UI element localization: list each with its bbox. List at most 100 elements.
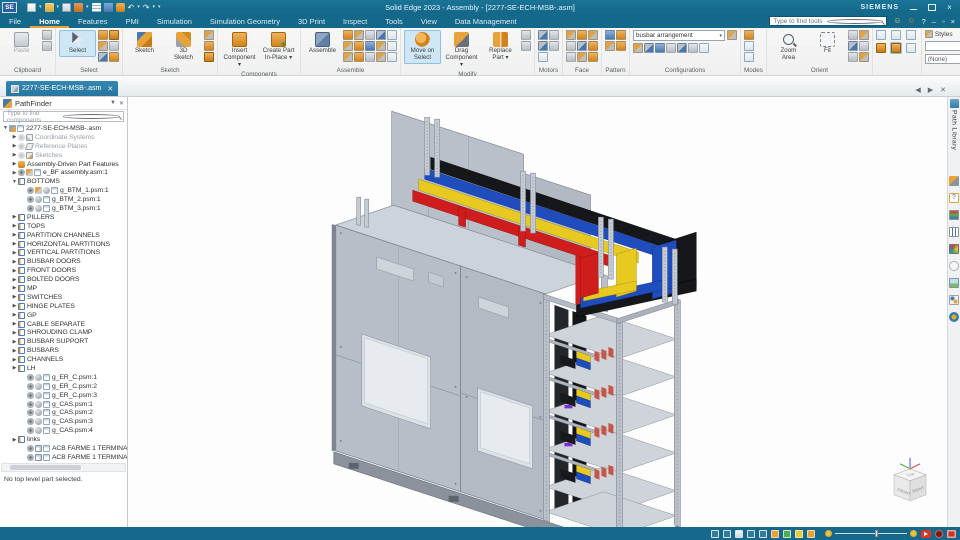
menu-3d-print[interactable]: 3D Print xyxy=(289,14,334,28)
config-tool-icon[interactable] xyxy=(688,43,698,53)
camera-icon[interactable] xyxy=(935,529,943,538)
motor-icon[interactable] xyxy=(538,52,548,62)
new-doc-icon[interactable] xyxy=(27,2,36,12)
face-relate-icon[interactable] xyxy=(566,30,576,40)
tree-item[interactable]: ▼ BOTTOMS xyxy=(0,177,127,186)
assemble-tool-icon[interactable] xyxy=(387,52,397,62)
tree-expand-icon[interactable]: ▶ xyxy=(11,321,18,327)
shape-icon[interactable] xyxy=(115,2,125,12)
menu-pmi[interactable]: PMI xyxy=(117,14,148,28)
motor-icon[interactable] xyxy=(549,30,559,40)
insert-component-button[interactable]: Insert Component ▾ xyxy=(221,30,258,70)
config-tool-icon[interactable] xyxy=(699,43,709,53)
tree-item[interactable]: ▶ BUSBARS xyxy=(0,346,127,355)
face-relate-icon[interactable] xyxy=(577,30,587,40)
tree-item[interactable]: ▶ PARTITION CHANNELS xyxy=(0,231,127,240)
assemble-tool-icon[interactable] xyxy=(343,52,353,62)
menu-simulation-geometry[interactable]: Simulation Geometry xyxy=(201,14,289,28)
fit-button[interactable]: Fit xyxy=(809,30,846,57)
face-relate-icon[interactable] xyxy=(566,52,576,62)
menu-inspect[interactable]: Inspect xyxy=(334,14,376,28)
tree-expand-icon[interactable]: ▶ xyxy=(11,170,18,176)
tree-item[interactable]: ▶ VERTICAL PARTITIONS xyxy=(0,248,127,257)
motor-icon[interactable] xyxy=(538,30,548,40)
feedback-sad-icon[interactable]: ☺ xyxy=(907,16,915,26)
tree-expand-icon[interactable]: ▼ xyxy=(11,179,18,185)
menu-data-management[interactable]: Data Management xyxy=(446,14,526,28)
doc-minimize-button[interactable]: – xyxy=(932,17,936,26)
pathfinder-close-icon[interactable]: ✕ xyxy=(119,100,124,107)
cut-icon[interactable] xyxy=(42,41,52,51)
view-cube-icon[interactable] xyxy=(905,30,916,40)
assemble-tool-icon[interactable] xyxy=(365,52,375,62)
tree-item[interactable]: g_BTM_1.psm:1 xyxy=(0,186,127,195)
select-tool-icon[interactable] xyxy=(98,52,108,62)
tree-item[interactable]: ▶ BOLTED DOORS xyxy=(0,275,127,284)
tab-close-icon[interactable]: ✕ xyxy=(107,85,113,93)
tree-expand-icon[interactable]: ▶ xyxy=(11,357,18,363)
orient-tool-icon[interactable] xyxy=(847,41,858,51)
layers-icon[interactable] xyxy=(949,176,959,187)
config-tool-icon[interactable] xyxy=(633,43,643,53)
orient-tool-icon[interactable] xyxy=(847,30,858,40)
folder-icon[interactable] xyxy=(795,529,803,538)
save-icon[interactable] xyxy=(62,2,72,12)
view-cube-icon[interactable] xyxy=(890,30,901,40)
configuration-dropdown[interactable]: busbar arrangement ▾ xyxy=(633,30,725,41)
motor-icon[interactable] xyxy=(549,41,559,51)
panel-icon[interactable] xyxy=(735,529,743,538)
material-icon[interactable] xyxy=(783,529,791,538)
tree-item[interactable]: ▶ SHROUDING CLAMP xyxy=(0,328,127,337)
tree-item[interactable]: g_BTM_3.psm:1 xyxy=(0,204,127,213)
magnifier-icon[interactable] xyxy=(949,261,959,272)
menu-simulation[interactable]: Simulation xyxy=(148,14,201,28)
face-relate-icon[interactable] xyxy=(566,41,576,51)
tree-expand-icon[interactable]: ▶ xyxy=(11,365,18,371)
move-on-select-button[interactable]: Move on Select xyxy=(404,30,441,64)
pattern-icon[interactable] xyxy=(616,30,626,40)
face-relate-icon[interactable] xyxy=(577,52,587,62)
tree-item[interactable]: ▶ Reference Planes xyxy=(0,142,127,151)
motor-icon[interactable] xyxy=(538,41,548,51)
sketch-tool-icon[interactable] xyxy=(204,41,214,51)
shaded-edges-view-icon[interactable] xyxy=(890,43,901,53)
orient-tool-icon[interactable] xyxy=(858,30,869,40)
sketch-button[interactable]: Sketch xyxy=(126,30,163,57)
zoom-out-icon[interactable] xyxy=(825,530,832,537)
3d-sketch-button[interactable]: 3D Sketch xyxy=(165,30,202,64)
menu-home[interactable]: Home xyxy=(30,14,69,28)
view-cube-icon[interactable] xyxy=(875,30,886,40)
tree-expand-icon[interactable]: ▶ xyxy=(11,348,18,354)
doc-close-button[interactable]: × xyxy=(951,17,955,26)
select-tool-icon[interactable] xyxy=(109,41,119,51)
maximize-button[interactable] xyxy=(927,3,936,12)
assemble-tool-icon[interactable] xyxy=(387,30,397,40)
assemble-tool-icon[interactable] xyxy=(343,41,353,51)
wireframe-view-icon[interactable] xyxy=(905,43,916,53)
face-relate-icon[interactable] xyxy=(577,41,587,51)
links-icon[interactable] xyxy=(949,295,959,306)
face-relate-icon[interactable] xyxy=(588,30,598,40)
tree-expand-icon[interactable]: ▶ xyxy=(11,152,18,158)
open-icon[interactable] xyxy=(44,2,54,12)
mode-icon[interactable] xyxy=(744,30,754,40)
select-tool-icon[interactable] xyxy=(98,30,108,40)
texture-icon[interactable] xyxy=(807,529,815,538)
pathfinder-hscrollbar[interactable] xyxy=(1,463,126,472)
pattern-icon[interactable] xyxy=(605,30,615,40)
style-override-dropdown[interactable]: (None) ▾ xyxy=(924,54,960,64)
modify-tool-icon[interactable] xyxy=(521,41,531,51)
sketch-tool-icon[interactable] xyxy=(204,52,214,62)
tree-expand-icon[interactable]: ▶ xyxy=(11,232,18,238)
qat-customize-icon[interactable]: ▾ xyxy=(158,4,161,10)
tree-item[interactable]: ▶ BUSBAR SUPPORT xyxy=(0,337,127,346)
find-tools-search[interactable]: Type to find tools xyxy=(769,16,888,26)
copy-icon[interactable] xyxy=(42,30,52,40)
menu-file[interactable]: File xyxy=(0,14,30,28)
tree-item[interactable]: g_CAS.psm:2 xyxy=(0,409,127,418)
mode-icon[interactable] xyxy=(744,52,754,62)
config-tool-icon[interactable] xyxy=(655,43,665,53)
config-save-icon[interactable] xyxy=(727,30,737,40)
doc-restore-button[interactable]: ▫ xyxy=(942,17,945,26)
assembly-model[interactable] xyxy=(331,110,697,540)
